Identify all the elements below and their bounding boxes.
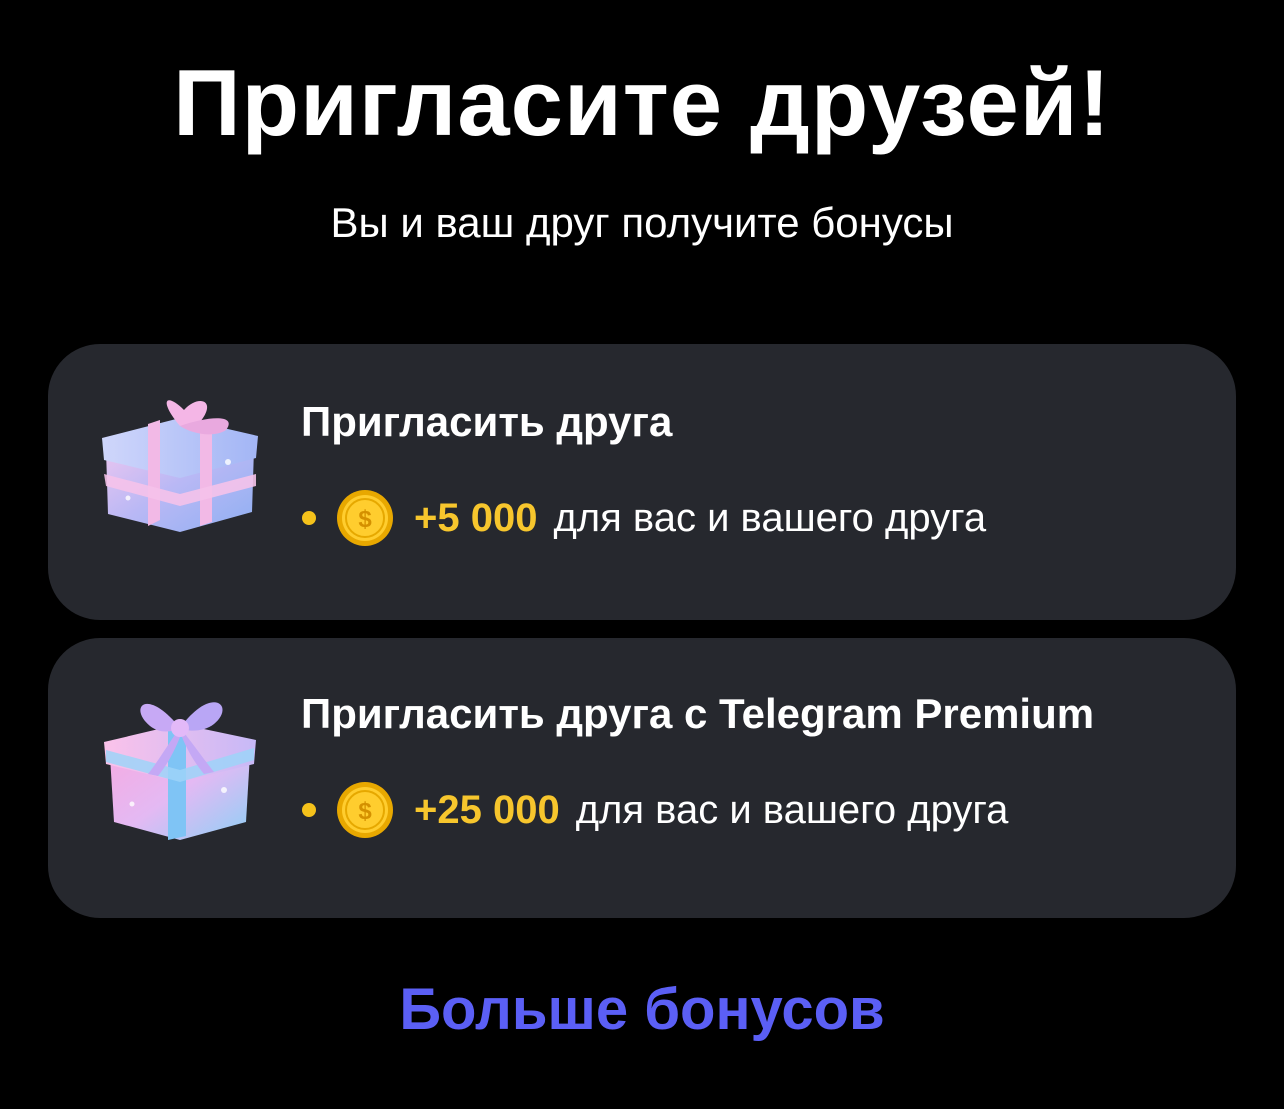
bullet-dot bbox=[302, 803, 316, 817]
card-title: Пригласить друга bbox=[301, 398, 673, 445]
reward-text: для вас и вашего друга bbox=[553, 495, 987, 540]
invite-premium-friend-card[interactable]: Пригласить друга с Telegram Premium $ +2… bbox=[48, 638, 1236, 918]
gift-icon bbox=[104, 702, 256, 840]
svg-text:$: $ bbox=[358, 506, 372, 533]
svg-text:$: $ bbox=[358, 798, 372, 825]
gift-icon bbox=[102, 400, 258, 532]
coin-icon: $ bbox=[337, 782, 393, 838]
more-bonuses-link[interactable]: Больше бонусов bbox=[0, 975, 1284, 1045]
coin-icon: $ bbox=[337, 490, 393, 546]
card-title: Пригласить друга с Telegram Premium bbox=[301, 690, 1095, 737]
reward-amount: +5 000 bbox=[414, 495, 538, 540]
reward-amount: +25 000 bbox=[414, 787, 560, 832]
page-subtitle: Вы и ваш друг получите бонусы bbox=[330, 199, 954, 246]
invite-friend-card[interactable]: Пригласить друга $ +5 000 для вас и ваше… bbox=[48, 344, 1236, 620]
page-title: Пригласите друзей! bbox=[173, 50, 1111, 155]
reward-row: $ +25 000 для вас и вашего друга bbox=[302, 780, 1008, 840]
reward-text: для вас и вашего друга bbox=[575, 787, 1009, 832]
reward-row: $ +5 000 для вас и вашего друга bbox=[302, 488, 986, 548]
bullet-dot bbox=[302, 511, 316, 525]
